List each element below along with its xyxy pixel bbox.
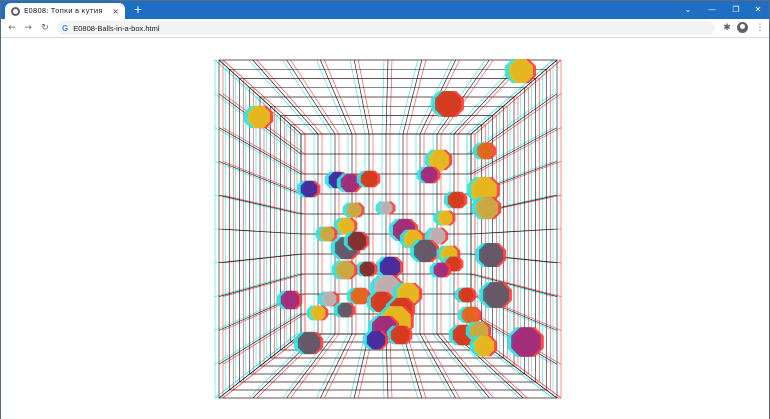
ball [379, 256, 401, 278]
back-icon[interactable]: ← [5, 21, 19, 35]
tab-close-icon[interactable]: × [112, 7, 119, 16]
ball [458, 287, 474, 303]
ball [360, 170, 378, 188]
ball [300, 180, 318, 198]
browser-window: E0808: Топки в кутия × + ⌄ — ❐ ✕ ← → ↻ G… [0, 0, 770, 419]
address-bar[interactable]: G E0808-Balls-in-a-box.html [57, 21, 715, 35]
reload-icon[interactable]: ↻ [38, 21, 52, 35]
ball [379, 201, 393, 215]
ball [247, 105, 271, 129]
ball [340, 173, 360, 193]
minimize-button[interactable]: — [701, 3, 723, 17]
tab-search-icon[interactable]: ⌄ [677, 3, 699, 17]
ball [479, 243, 503, 267]
ball [280, 290, 300, 310]
ball [319, 226, 335, 242]
profile-icon[interactable] [737, 22, 748, 33]
ball [297, 331, 321, 355]
ball [476, 142, 494, 160]
new-tab-button[interactable]: + [132, 4, 144, 16]
ball [335, 260, 355, 280]
ball [413, 239, 437, 263]
ball [366, 330, 386, 350]
ball [347, 231, 367, 251]
ball [310, 305, 326, 321]
browser-tab[interactable]: E0808: Топки в кутия × [5, 3, 125, 19]
menu-icon[interactable]: ⋮ [753, 21, 767, 35]
ball [390, 325, 410, 345]
close-window-button[interactable]: ✕ [747, 3, 769, 17]
ball [511, 327, 541, 357]
ball [359, 261, 375, 277]
ball [437, 210, 453, 226]
ball [350, 287, 368, 305]
browser-toolbar: ← → ↻ G E0808-Balls-in-a-box.html ✱ ⋮ [1, 19, 769, 38]
globe-icon [11, 6, 20, 16]
google-icon: G [62, 23, 69, 33]
extensions-icon[interactable]: ✱ [720, 21, 734, 35]
balls-in-box-scene[interactable] [1, 38, 769, 419]
ball [509, 59, 533, 83]
ball [337, 302, 353, 318]
ball [321, 291, 337, 307]
page-viewport [1, 38, 769, 419]
ball [461, 306, 479, 324]
ball [346, 202, 362, 218]
ball [420, 166, 438, 184]
ball [475, 196, 499, 220]
ball [433, 262, 449, 278]
ball [483, 282, 509, 308]
maximize-button[interactable]: ❐ [725, 3, 747, 17]
tab-title: E0808: Топки в кутия [24, 7, 103, 15]
ball [435, 91, 461, 117]
forward-icon[interactable]: → [21, 21, 35, 35]
ball [447, 191, 465, 209]
title-bar: E0808: Топки в кутия × + ⌄ — ❐ ✕ [1, 1, 769, 19]
url-text: E0808-Balls-in-a-box.html [73, 23, 160, 33]
ball [473, 335, 495, 357]
